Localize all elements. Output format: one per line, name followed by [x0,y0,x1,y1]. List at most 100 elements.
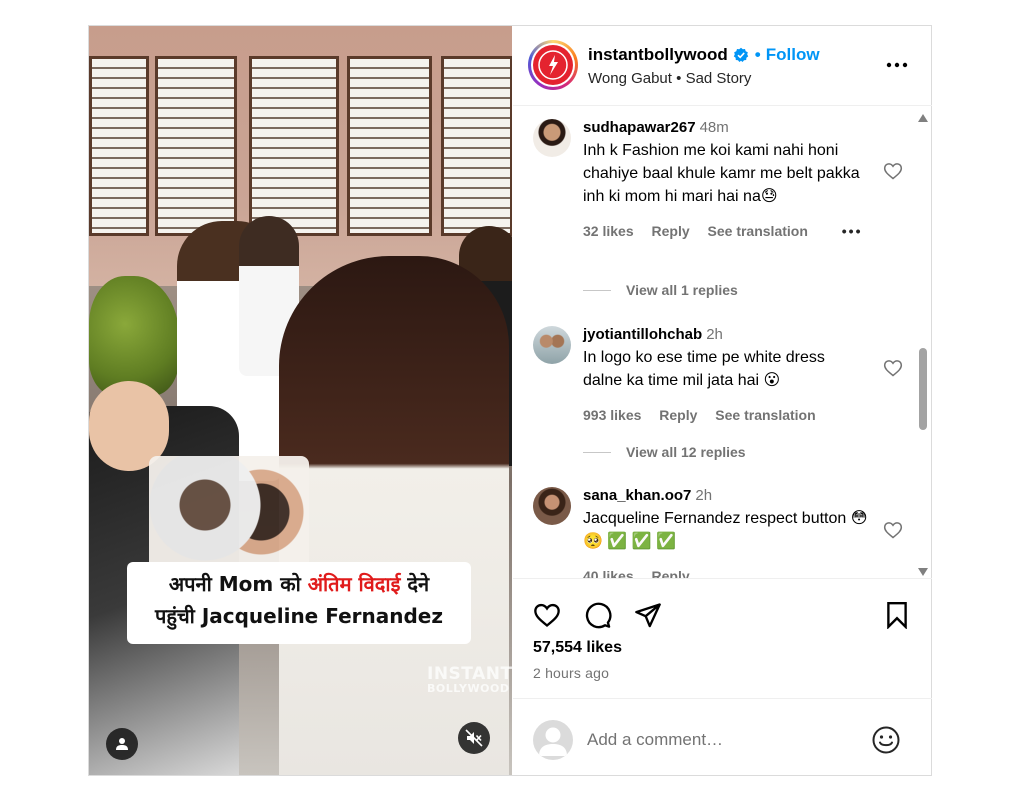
reply-button[interactable]: Reply [652,223,690,239]
heart-icon [534,603,560,627]
notice-board [155,56,237,236]
view-replies-label: View all 1 replies [626,282,738,298]
comment-meta: 40 likes Reply [583,568,868,578]
comment-text: Inh k Fashion me koi kami nahi honi chah… [583,142,860,205]
notice-board [441,56,512,236]
post-side-panel: instantbollywood • Follow Wong Gabut • S… [513,26,932,775]
comment-body: sudhapawar267 48m Inh k Fashion me koi ka… [583,116,868,239]
comment-header: jyotiantillohchab 2h [583,323,868,346]
header-user-row: instantbollywood • Follow [588,45,820,65]
comment-more-icon[interactable]: ••• [842,223,863,239]
comment-time: 2h [706,326,723,343]
avatar-inner [531,43,575,87]
post-actions: 57,554 likes 2 hours ago [513,578,932,698]
comment-header: sana_khan.oo7 2h [583,484,868,507]
view-replies-line [583,289,611,291]
comment-avatar[interactable] [533,487,571,525]
video-caption-line-2: पहुंची Jacqueline Fernandez [155,604,443,628]
caption-text: Mom [218,572,274,596]
scroll-up-arrow-icon[interactable] [918,114,928,122]
add-comment-bar [513,698,932,775]
comment-likes[interactable]: 40 likes [583,568,634,578]
comment-time: 2h [695,487,713,504]
follow-button[interactable]: Follow [766,45,820,65]
see-translation-button[interactable]: See translation [708,223,808,239]
person [279,256,509,775]
share-button[interactable] [632,599,664,631]
reply-button[interactable]: Reply [652,568,690,578]
comment-body: jyotiantillohchab 2h In logo ko ese time … [583,323,868,423]
scrollbar-thumb[interactable] [919,348,927,430]
profile-avatar[interactable] [528,40,578,90]
comment-text: Jacqueline Fernandez respect button 😳 🥺 … [583,510,868,550]
username-link[interactable]: instantbollywood [588,45,728,65]
comment-text: In logo ko ese time pe white dress dalne… [583,349,825,389]
comment-avatar[interactable] [533,326,571,364]
see-translation-button[interactable]: See translation [715,407,815,423]
view-replies-button[interactable]: View all 1 replies [583,282,738,298]
plant [89,276,179,396]
comment-icon [585,602,612,629]
comment-body: sana_khan.oo7 2h Jacqueline Fernandez res… [583,484,868,578]
mute-toggle-button[interactable] [458,722,490,754]
caption-text: अपनी [168,572,219,596]
audio-info[interactable]: Wong Gabut • Sad Story [588,70,751,87]
reply-button[interactable]: Reply [659,407,697,423]
comment-meta: 993 likes Reply See translation [583,407,868,423]
video-caption-line-1: अपनी Mom को अंतिम विदाई देने [127,568,471,600]
view-replies-line [583,451,611,453]
like-button[interactable] [531,599,563,631]
add-comment-input[interactable] [587,726,857,754]
more-options-button[interactable] [885,53,909,77]
emoji-icon [872,726,900,754]
notice-board [89,56,149,236]
caption-text: को [273,572,308,596]
notice-board [347,56,432,236]
audio-artist: Wong Gabut [588,70,672,87]
bookmark-icon [887,601,907,629]
watermark: INSTANT BOLLYWOOD [427,664,512,695]
comment-like-heart-icon[interactable] [883,358,903,378]
caption-highlight-text: अंतिम विदाई [307,572,401,596]
user-tag-icon [116,738,128,750]
comment-avatar[interactable] [533,119,571,157]
comment-like-heart-icon[interactable] [883,161,903,181]
current-user-avatar [533,720,573,760]
comments-list[interactable]: sudhapawar267 48m Inh k Fashion me koi ka… [513,107,932,578]
audio-separator: • [676,70,682,87]
comment-button[interactable] [582,599,614,631]
comment-username[interactable]: sana_khan.oo7 [583,487,691,504]
comment-likes[interactable]: 993 likes [583,407,641,423]
comment-meta: 32 likes Reply See translation ••• [583,223,868,239]
emoji-picker-button[interactable] [871,725,901,755]
comment-like-heart-icon[interactable] [883,520,903,540]
muted-speaker-icon [465,729,483,747]
comment-username[interactable]: jyotiantillohchab [583,326,702,343]
separator-dot: • [754,45,761,64]
tagged-users-button[interactable] [106,728,138,760]
likes-count[interactable]: 57,554 likes [533,639,622,657]
caption-text: देने [400,572,430,596]
post-dialog: अपनी Mom को अंतिम विदाई देने पहुंची Jacq… [88,25,932,776]
share-icon [635,603,661,628]
post-video[interactable]: अपनी Mom को अंतिम विदाई देने पहुंची Jacq… [89,26,512,775]
video-caption-box: अपनी Mom को अंतिम विदाई देने पहुंची Jacq… [127,562,471,644]
comment-likes[interactable]: 32 likes [583,223,634,239]
save-button[interactable] [881,599,913,631]
notice-board [249,56,339,236]
comment-time: 48m [699,119,729,136]
scroll-down-arrow-icon[interactable] [918,568,928,576]
comments-scrollbar[interactable] [915,114,931,576]
more-options-icon [886,62,908,68]
watermark-line: INSTANT [427,664,512,684]
view-replies-button[interactable]: View all 12 replies [583,444,746,460]
post-timestamp[interactable]: 2 hours ago [533,665,609,681]
comment-username[interactable]: sudhapawar267 [583,119,696,136]
audio-title: Sad Story [685,70,752,87]
view-replies-label: View all 12 replies [626,444,746,460]
instantbollywood-logo [533,45,573,85]
comment-header: sudhapawar267 48m [583,116,868,139]
post-header: instantbollywood • Follow Wong Gabut • S… [513,26,932,106]
watermark-line: BOLLYWOOD [427,682,510,695]
verified-badge-icon [733,47,749,63]
